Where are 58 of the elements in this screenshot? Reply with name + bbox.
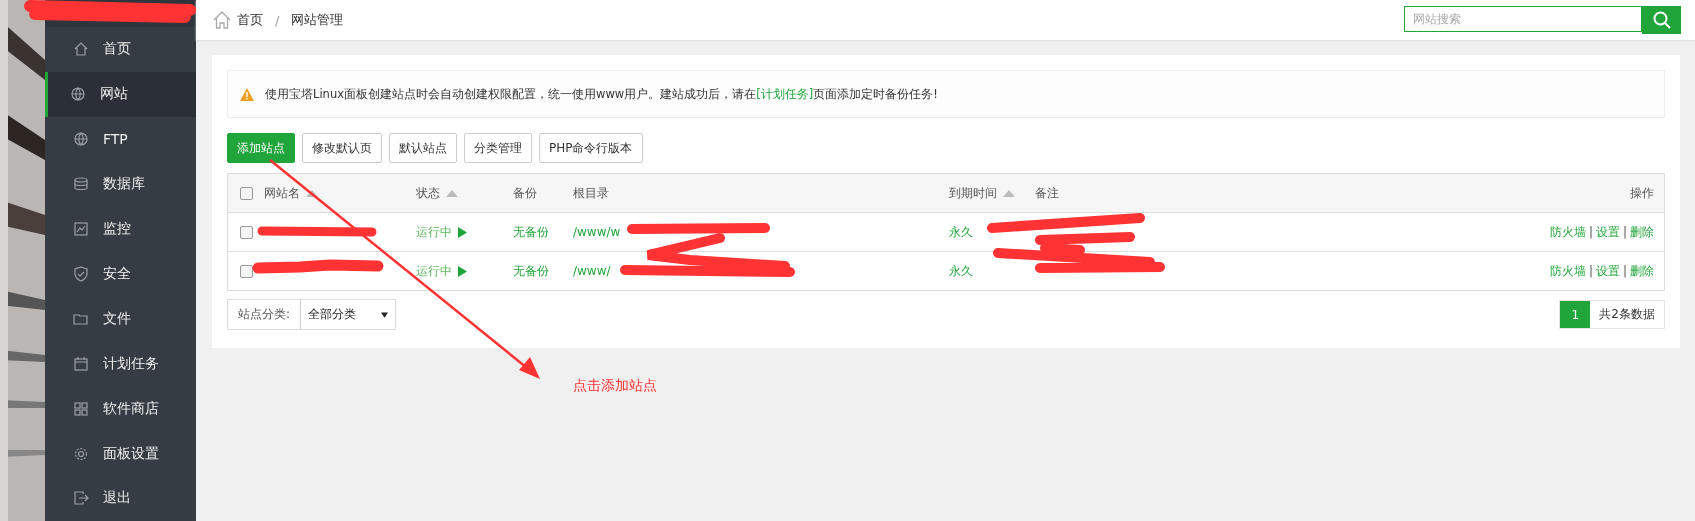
toolbar-button[interactable]: 修改默认页 [302, 133, 382, 163]
logout-icon [73, 490, 89, 507]
filter-label: 站点分类: [237, 306, 292, 323]
notice-text: 使用宝塔Linux面板创建站点时会自动创建权限配置，统一使用www用户。建站成功后，请在[计划任务]页面添加定时备份任务! [265, 86, 938, 102]
sidebar-item[interactable]: 面板设置 [45, 431, 196, 476]
checkbox[interactable] [239, 186, 253, 200]
warning-icon [240, 87, 254, 101]
search-button[interactable] [1642, 6, 1681, 34]
gear-icon [73, 445, 89, 462]
column-header[interactable]: 网站名 [264, 184, 318, 202]
sidebar-item[interactable]: 文件 [45, 296, 196, 342]
grid-icon [73, 400, 89, 417]
globe-icon [73, 131, 89, 148]
annotation-text: 点击添加站点 [573, 377, 657, 395]
sidebar-item[interactable]: 网站 [45, 71, 196, 117]
play-icon[interactable] [458, 226, 467, 238]
action-separator: | [1622, 264, 1627, 278]
toolbar-button[interactable]: 默认站点 [389, 133, 457, 163]
column-header[interactable]: 状态 [416, 184, 458, 202]
action-separator: | [1622, 225, 1627, 239]
search-icon [1651, 10, 1672, 30]
search-field[interactable]: 网站搜索 [1404, 6, 1642, 32]
sidebar-item[interactable]: 监控 [45, 206, 196, 252]
breadcrumb-separator: / [275, 12, 280, 28]
sidebar-item[interactable]: 数据库 [45, 161, 196, 207]
column-header[interactable]: 备注 [1035, 184, 1059, 202]
breadcrumb-link[interactable]: 网站管理 [291, 11, 344, 29]
sidebar-item[interactable]: 首页 [45, 26, 196, 72]
checkbox[interactable] [239, 225, 253, 239]
caret-icon [381, 311, 389, 318]
chart-icon [73, 221, 89, 238]
sort-icon [1003, 189, 1015, 197]
sidebar-item[interactable]: 软件商店 [45, 386, 196, 432]
shield-icon [73, 265, 89, 282]
database-icon [73, 176, 89, 193]
column-header[interactable]: 操作 [1630, 184, 1654, 202]
breadcrumb-link[interactable]: 首页 [237, 11, 263, 29]
sidebar-item[interactable]: FTP [45, 116, 196, 162]
checkbox[interactable] [239, 264, 253, 278]
total-count: 共2条数据 [1598, 306, 1656, 323]
sidebar-item[interactable]: 安全 [45, 251, 196, 297]
sort-icon [446, 189, 458, 197]
column-header[interactable]: 到期时间 [949, 184, 1015, 202]
sidebar-item[interactable]: 退出 [45, 476, 196, 521]
toolbar-button[interactable]: PHP命令行版本 [539, 133, 643, 163]
category-select[interactable]: 全部分类 [300, 300, 396, 329]
globe-icon [70, 86, 86, 103]
calendar-icon [73, 355, 89, 372]
home-icon [213, 11, 231, 29]
sort-icon [306, 189, 318, 197]
play-icon[interactable] [458, 265, 467, 277]
column-header[interactable]: 备份 [513, 184, 537, 202]
action-separator: | [1588, 225, 1593, 239]
toolbar-button[interactable]: 分类管理 [464, 133, 532, 163]
column-header[interactable]: 根目录 [573, 184, 609, 202]
home-icon [73, 41, 89, 58]
sidebar-item[interactable]: 计划任务 [45, 341, 196, 387]
action-separator: | [1588, 264, 1593, 278]
